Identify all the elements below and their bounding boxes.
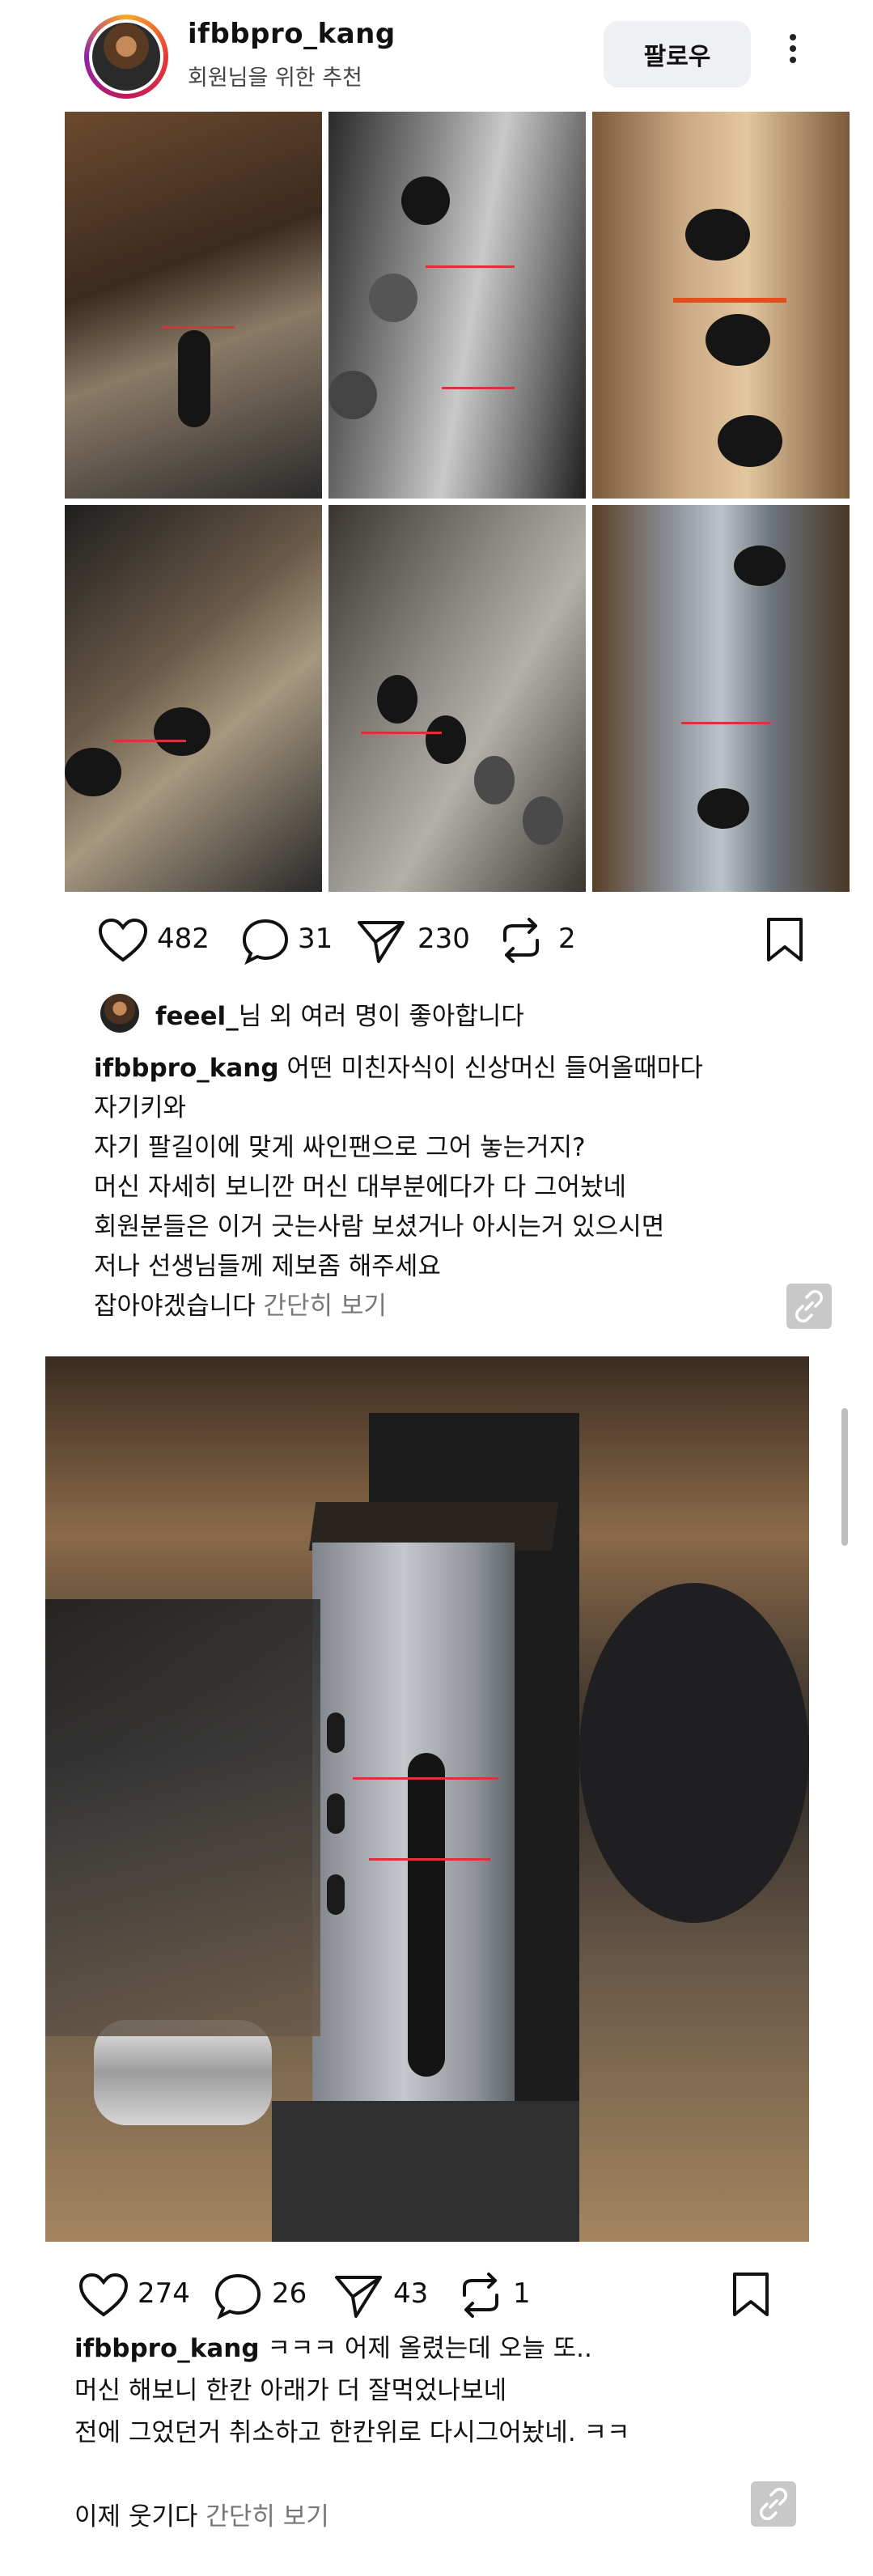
collapse-link[interactable]: 간단히 보기 bbox=[206, 2502, 328, 2531]
comment-icon[interactable] bbox=[214, 2273, 262, 2319]
bookmark-icon[interactable] bbox=[764, 916, 806, 963]
like-count: 274 bbox=[138, 2277, 190, 2310]
profile-avatar[interactable] bbox=[84, 15, 168, 99]
repost-icon[interactable] bbox=[498, 916, 544, 965]
liked-by-text[interactable]: feeel_님 외 여러 명이 좋아합니다 bbox=[155, 995, 524, 1032]
photo-2[interactable] bbox=[328, 112, 586, 499]
collapse-link[interactable]: 간단히 보기 bbox=[264, 1292, 387, 1321]
share-count: 230 bbox=[417, 923, 470, 955]
comment-count: 31 bbox=[298, 923, 333, 955]
heart-icon[interactable] bbox=[97, 918, 149, 963]
link-icon[interactable] bbox=[751, 2481, 796, 2527]
caption-username[interactable]: ifbbpro_kang bbox=[94, 1054, 279, 1083]
heart-icon[interactable] bbox=[78, 2273, 129, 2318]
post2-caption: ifbbpro_kang ㅋㅋㅋ 어제 올렸는데 오늘 또.. 머신 해보니 한… bbox=[74, 2328, 770, 2538]
send-icon[interactable] bbox=[356, 918, 406, 965]
post1-caption: ifbbpro_kang 어떤 미친자식이 신상머신 들어올때마다 자기키와 자… bbox=[94, 1049, 765, 1326]
repost-count: 2 bbox=[558, 923, 576, 955]
photo-4[interactable] bbox=[65, 505, 322, 892]
suggestion-subtitle: 회원님을 위한 추천 bbox=[188, 66, 362, 91]
repost-count: 1 bbox=[513, 2277, 531, 2310]
caption-text: ㅋㅋㅋ 어제 올렸는데 오늘 또.. 머신 해보니 한칸 아래가 더 잘먹었나보… bbox=[74, 2334, 630, 2531]
link-icon[interactable] bbox=[786, 1284, 832, 1329]
more-icon[interactable] bbox=[777, 29, 809, 78]
share-count: 43 bbox=[393, 2277, 429, 2310]
comment-count: 26 bbox=[272, 2277, 307, 2310]
caption-text: 어떤 미친자식이 신상머신 들어올때마다 자기키와 자기 팔길이에 맞게 싸인팬… bbox=[94, 1054, 703, 1321]
photo-3[interactable] bbox=[592, 112, 850, 499]
photo-grid[interactable] bbox=[65, 112, 850, 892]
repost-icon[interactable] bbox=[458, 2271, 503, 2319]
liked-by-rest: 님 외 여러 명이 좋아합니다 bbox=[238, 1002, 524, 1031]
photo-1[interactable] bbox=[65, 112, 322, 499]
photo-5[interactable] bbox=[328, 505, 586, 892]
follow-button[interactable]: 팔로우 bbox=[604, 21, 751, 87]
post2-photo[interactable] bbox=[45, 1356, 809, 2242]
username[interactable]: ifbbpro_kang bbox=[188, 18, 396, 50]
bookmark-icon[interactable] bbox=[730, 2271, 772, 2318]
photo-6[interactable] bbox=[592, 505, 850, 892]
comment-icon[interactable] bbox=[241, 918, 290, 965]
liked-by-user[interactable]: feeel_ bbox=[155, 1002, 239, 1031]
like-count: 482 bbox=[157, 923, 210, 955]
caption-username[interactable]: ifbbpro_kang bbox=[74, 2334, 260, 2363]
liked-by-avatar[interactable] bbox=[100, 994, 139, 1033]
send-icon[interactable] bbox=[333, 2273, 384, 2319]
scrollbar-thumb[interactable] bbox=[841, 1408, 848, 1546]
